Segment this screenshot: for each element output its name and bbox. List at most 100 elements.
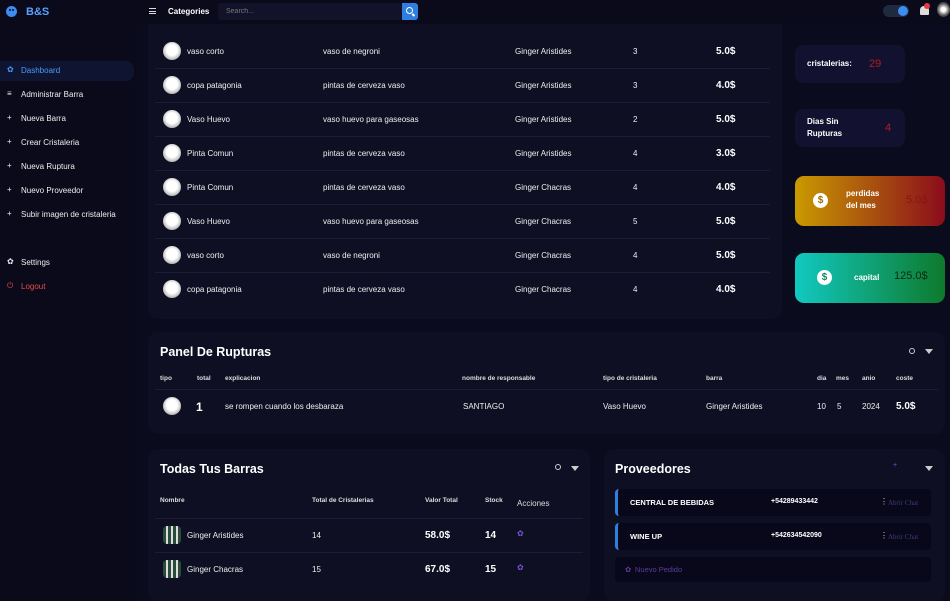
- dollar-icon: $: [813, 193, 828, 208]
- sidebar-item-administrar-barra[interactable]: ≡ Administrar Barra: [0, 85, 134, 105]
- glass-thumbnail: [163, 110, 181, 128]
- glass-description: pintas de cerveza vaso: [323, 149, 405, 158]
- sidebar-item-logout[interactable]: ⏻ Logout: [0, 277, 134, 297]
- dias-sin-rupturas-label: Dias Sin Rupturas: [807, 116, 842, 140]
- capital-value: 125.0$: [894, 270, 928, 282]
- ruptura-coste: 5.0$: [896, 401, 916, 412]
- search-button[interactable]: [402, 3, 418, 20]
- glass-quantity: 3: [633, 81, 638, 90]
- divider: [155, 170, 770, 171]
- divider: [155, 136, 770, 137]
- sidebar-item-label: Crear Cristaleria: [21, 138, 80, 147]
- bar-avatar: [163, 526, 181, 544]
- theme-toggle[interactable]: [883, 5, 909, 17]
- divider: [155, 518, 583, 519]
- sidebar-item-subir-imagen[interactable]: + Subir imagen de cristaleria: [0, 205, 134, 225]
- glass-description: pintas de cerveza vaso: [323, 183, 405, 192]
- glass-price: 4.0$: [716, 182, 736, 193]
- chevron-down-icon[interactable]: [925, 349, 933, 354]
- column-header: mes: [836, 375, 850, 382]
- sidebar-item-nuevo-proveedor[interactable]: + Nuevo Proveedor: [0, 181, 134, 201]
- glass-name: Vaso Huevo: [187, 115, 230, 124]
- proveedor-item: CENTRAL DE BEBIDAS +54289433442 ⋮ Abrir Cha…: [615, 489, 931, 516]
- glass-description: vaso huevo para gaseosas: [323, 217, 419, 226]
- capital-label: capital: [854, 273, 880, 282]
- ruptura-mes: 5: [837, 402, 842, 411]
- add-proveedor-icon[interactable]: +: [893, 462, 897, 469]
- bar-valor-total: 67.0$: [425, 564, 451, 575]
- glass-quantity: 4: [633, 251, 638, 260]
- proveedores-title: Proveedores: [615, 462, 691, 476]
- sidebar-item-nueva-barra[interactable]: + Nueva Barra: [0, 109, 134, 129]
- capital-card: $ capital 125.0$: [795, 253, 945, 303]
- glass-quantity: 4: [633, 183, 638, 192]
- glass-name: Vaso Huevo: [187, 217, 230, 226]
- column-header: dia: [817, 375, 827, 382]
- glass-bar: Ginger Chacras: [515, 285, 572, 294]
- glass-bar: Ginger Aristides: [515, 149, 572, 158]
- plus-icon: +: [7, 209, 12, 218]
- glass-thumbnail: [163, 76, 181, 94]
- bar-total-cristalerias: 15: [312, 565, 321, 574]
- glass-name: Pinta Comun: [187, 183, 234, 192]
- plus-icon: +: [7, 161, 12, 170]
- glass-quantity: 2: [633, 115, 638, 124]
- glass-quantity: 5: [633, 217, 638, 226]
- bar-stock: 15: [485, 564, 497, 575]
- gear-icon: ✿: [7, 65, 14, 74]
- sidebar-item-label: Settings: [21, 258, 50, 267]
- ruptura-responsable: SANTIAGO: [463, 402, 505, 411]
- proveedor-phone: +542634542090: [771, 532, 822, 539]
- more-options-icon[interactable]: ⋮: [880, 531, 888, 540]
- glass-thumbnail: [163, 178, 181, 196]
- abrir-chat-link[interactable]: Abrir Chat: [888, 533, 918, 541]
- sidebar-item-settings[interactable]: ✿ Settings: [0, 253, 134, 273]
- sidebar-item-label: Nueva Barra: [21, 114, 66, 123]
- gear-icon: ✿: [7, 257, 14, 266]
- glass-thumbnail: [163, 246, 181, 264]
- glass-thumbnail: [163, 42, 181, 60]
- brand-logo-icon: [6, 6, 17, 17]
- abrir-chat-link[interactable]: Abrir Chat: [888, 499, 918, 507]
- glass-price: 4.0$: [716, 284, 736, 295]
- glass-price: 5.0$: [716, 114, 736, 125]
- divider: [155, 389, 938, 390]
- glass-quantity: 4: [633, 285, 638, 294]
- dias-sin-rupturas-card: Dias Sin Rupturas 4: [795, 109, 905, 147]
- more-options-icon[interactable]: ⋮: [880, 497, 888, 506]
- search-input[interactable]: [218, 3, 402, 20]
- sidebar-item-label: Dashboard: [21, 66, 61, 75]
- gear-icon[interactable]: ✿: [517, 529, 524, 538]
- column-header: explicacion: [225, 375, 261, 382]
- nuevo-pedido-button[interactable]: ✿ Nuevo Pedido: [615, 557, 931, 582]
- glass-name: vaso corto: [187, 47, 224, 56]
- cristalerias-count-value: 29: [869, 58, 882, 70]
- glass-name: Pinta Comun: [187, 149, 234, 158]
- barras-title: Todas Tus Barras: [160, 462, 264, 476]
- chevron-down-icon[interactable]: [571, 466, 579, 471]
- nuevo-pedido-label: Nuevo Pedido: [635, 565, 683, 574]
- glass-name: copa patagonia: [187, 285, 242, 294]
- search-icon[interactable]: [909, 348, 915, 354]
- search-icon[interactable]: [555, 464, 561, 470]
- categories-link[interactable]: Categories: [168, 7, 209, 16]
- sidebar-item-dashboard[interactable]: ✿ Dashboard: [0, 61, 134, 81]
- perdidas-label-line1: perdidas: [846, 189, 880, 198]
- avatar[interactable]: [937, 2, 950, 17]
- glass-bar: Ginger Aristides: [515, 47, 572, 56]
- sidebar-item-nueva-ruptura[interactable]: + Nueva Ruptura: [0, 157, 134, 177]
- column-header: coste: [896, 375, 913, 382]
- chevron-down-icon[interactable]: [925, 466, 933, 471]
- bar-valor-total: 58.0$: [425, 530, 451, 541]
- ruptura-total: 1: [196, 400, 203, 414]
- sidebar-item-crear-cristaleria[interactable]: + Crear Cristaleria: [0, 133, 134, 153]
- ruptura-anio: 2024: [862, 402, 880, 411]
- menu-toggle-icon[interactable]: [149, 8, 156, 14]
- glass-bar: Ginger Aristides: [515, 81, 572, 90]
- gear-icon[interactable]: ✿: [517, 563, 524, 572]
- notification-badge: [924, 3, 930, 9]
- proveedor-item: WINE UP +542634542090 ⋮ Abrir Chat: [615, 523, 931, 550]
- bar-avatar: [163, 560, 181, 578]
- column-header: barra: [706, 375, 723, 382]
- glass-bar: Ginger Chacras: [515, 217, 572, 226]
